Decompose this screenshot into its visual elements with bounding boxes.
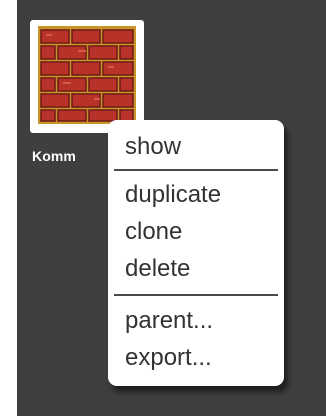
sprite-name-label: Komm — [32, 148, 76, 164]
menu-item-duplicate[interactable]: duplicate — [125, 181, 221, 209]
menu-item-delete[interactable]: delete — [125, 255, 190, 283]
brick-wall-icon — [38, 26, 136, 124]
menu-divider — [114, 294, 278, 296]
sprite-thumbnail[interactable] — [30, 20, 144, 133]
menu-item-show[interactable]: show — [125, 133, 181, 161]
left-margin — [0, 0, 17, 416]
menu-divider — [114, 169, 278, 171]
menu-item-export[interactable]: export... — [125, 344, 212, 372]
menu-item-clone[interactable]: clone — [125, 218, 182, 246]
menu-item-parent[interactable]: parent... — [125, 307, 213, 335]
sprite-context-menu: show duplicate clone delete parent... ex… — [108, 120, 284, 386]
